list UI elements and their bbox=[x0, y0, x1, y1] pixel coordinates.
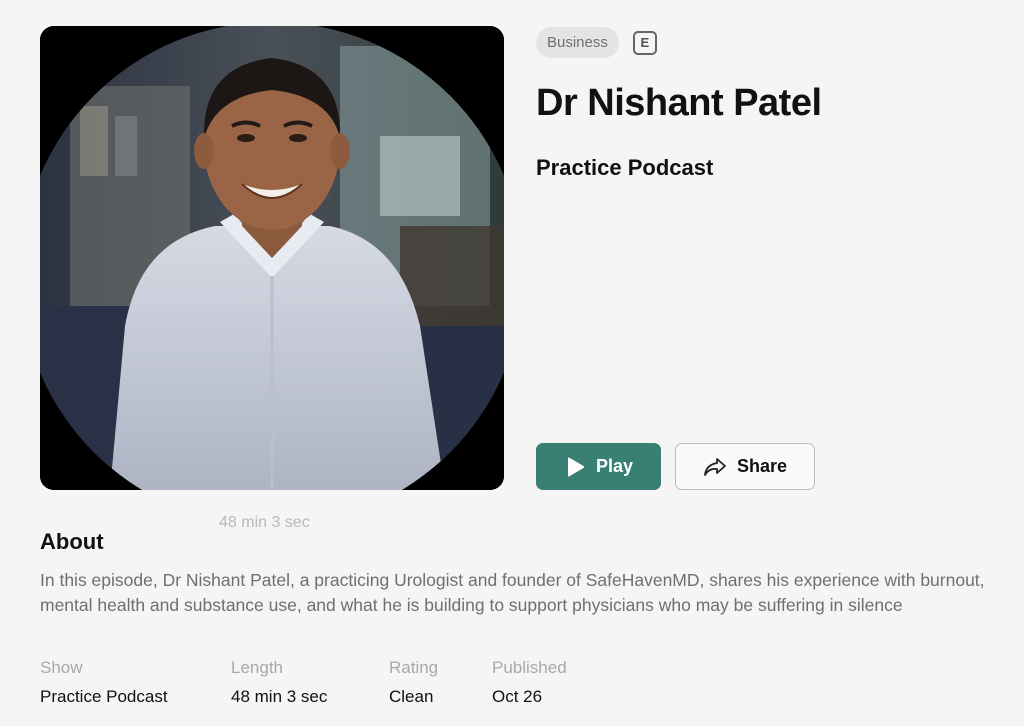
meta-show: Show Practice Podcast bbox=[40, 658, 168, 707]
meta-rating: Rating Clean bbox=[389, 658, 438, 707]
play-button[interactable]: Play bbox=[536, 443, 661, 490]
episode-tags: Business E bbox=[536, 27, 657, 58]
play-icon bbox=[564, 456, 586, 478]
meta-length-value: 48 min 3 sec bbox=[231, 687, 328, 706]
meta-show-value: Practice Podcast bbox=[40, 687, 168, 706]
meta-published-label: Published bbox=[492, 658, 567, 677]
show-name-link[interactable]: Practice Podcast bbox=[536, 155, 713, 181]
episode-artwork bbox=[40, 26, 504, 490]
explicit-icon: E bbox=[632, 30, 657, 55]
meta-published-value: Oct 26 bbox=[492, 687, 543, 706]
meta-rating-label: Rating bbox=[389, 658, 439, 677]
episode-duration: 48 min 3 sec bbox=[219, 514, 310, 531]
meta-published: Published Oct 26 bbox=[492, 658, 567, 707]
genre-tag[interactable]: Business bbox=[536, 27, 619, 58]
episode-title: Dr Nishant Patel bbox=[536, 82, 822, 124]
share-icon bbox=[703, 456, 727, 478]
meta-rating-value: Clean bbox=[389, 687, 434, 706]
episode-description: In this episode, Dr Nishant Patel, a pra… bbox=[40, 570, 985, 615]
about-heading: About bbox=[40, 529, 104, 554]
share-button[interactable]: Share bbox=[675, 443, 815, 490]
share-label: Share bbox=[736, 456, 788, 476]
play-label: Play bbox=[595, 456, 634, 476]
meta-show-label: Show bbox=[40, 658, 83, 677]
episode-page: Business E Dr Nishant Patel Practice Pod… bbox=[0, 0, 1024, 726]
meta-length: Length 48 min 3 sec bbox=[231, 658, 327, 707]
meta-length-label: Length bbox=[231, 658, 283, 677]
